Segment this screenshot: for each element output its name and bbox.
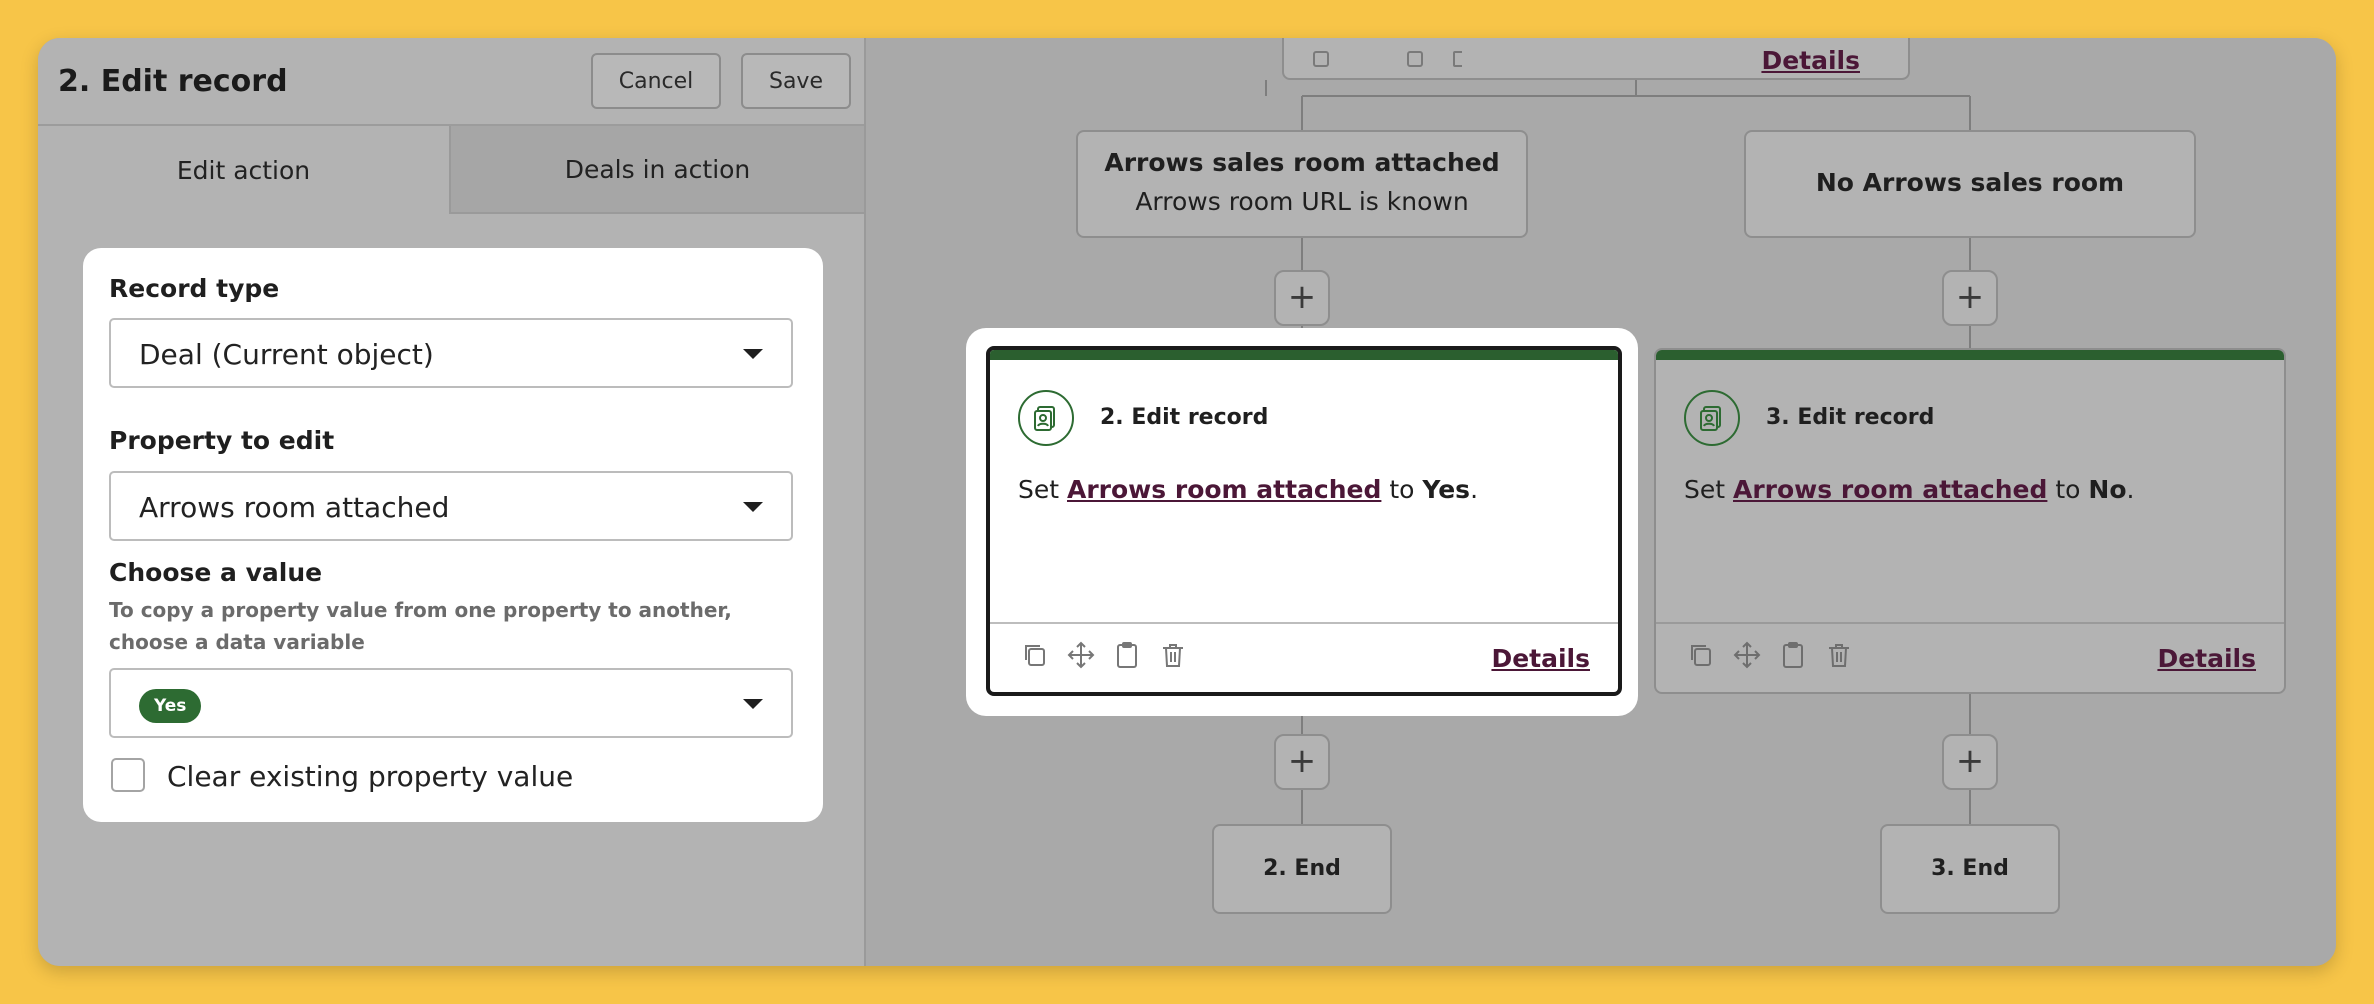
record-type-label: Record type [109, 274, 280, 303]
tab-edit-action[interactable]: Edit action [38, 126, 451, 214]
choose-value-help: To copy a property value from one proper… [109, 598, 732, 654]
record-icon [1018, 390, 1074, 446]
card-body-mid: to [1381, 475, 1423, 504]
copy-icon[interactable] [1020, 640, 1050, 670]
move-icon[interactable] [1066, 640, 1096, 670]
chevron-down-icon [743, 349, 763, 359]
branch-left-subtitle: Arrows room URL is known [1135, 187, 1469, 216]
card-accent-bar [1656, 350, 2284, 360]
property-link[interactable]: Arrows room attached [1733, 475, 2047, 504]
panel-header: 2. Edit record Cancel Save [38, 38, 864, 126]
property-to-edit-value: Arrows room attached [139, 491, 450, 524]
panel-tabs: Edit action Deals in action [38, 126, 864, 214]
card-body: Set Arrows room attached to Yes. [1018, 475, 1478, 504]
card-title: 2. Edit record [1100, 405, 1269, 430]
clear-value-checkbox[interactable] [111, 758, 145, 792]
copy-icon[interactable] [1686, 640, 1716, 670]
card-value: No [2088, 475, 2127, 504]
tab-deals-in-action[interactable]: Deals in action [451, 126, 864, 214]
clear-value-label: Clear existing property value [167, 760, 574, 793]
branch-arrows-room-attached[interactable]: Arrows sales room attached Arrows room U… [1076, 130, 1528, 238]
card-body: Set Arrows room attached to No. [1684, 475, 2134, 504]
clipboard-icon[interactable] [1112, 640, 1142, 670]
workflow-editor-window: 2. Edit record Cancel Save Edit action D… [38, 38, 2336, 966]
card-title: 3. Edit record [1766, 405, 1935, 430]
card-body-prefix: Set [1684, 475, 1733, 504]
card-details-link[interactable]: Details [2157, 644, 2256, 673]
card-value: Yes [1422, 475, 1471, 504]
panel-title: 2. Edit record [58, 64, 288, 99]
card-body-suffix: . [1470, 475, 1479, 504]
card-toolbar-icons [1313, 51, 1462, 67]
record-type-value: Deal (Current object) [139, 338, 434, 371]
branch-no-arrows-room[interactable]: No Arrows sales room [1744, 130, 2196, 238]
card-footer: Details [1656, 622, 2284, 692]
branch-left-title: Arrows sales room attached [1104, 148, 1500, 177]
choose-value-label: Choose a value [109, 558, 323, 587]
chevron-down-icon [743, 502, 763, 512]
clipboard-icon[interactable] [1778, 640, 1808, 670]
card-accent-bar [990, 350, 1618, 360]
add-step-button[interactable]: + [1942, 734, 1998, 790]
property-link[interactable]: Arrows room attached [1067, 475, 1381, 504]
previous-card-details-link[interactable]: Details [1761, 46, 1860, 75]
previous-action-card[interactable]: Details [1282, 38, 1910, 80]
cancel-button[interactable]: Cancel [591, 53, 721, 109]
add-step-button[interactable]: + [1274, 734, 1330, 790]
edit-record-panel: 2. Edit record Cancel Save Edit action D… [38, 38, 866, 966]
card-body-mid: to [2047, 475, 2089, 504]
property-to-edit-select[interactable]: Arrows room attached [109, 471, 793, 541]
card-body-prefix: Set [1018, 475, 1067, 504]
chevron-down-icon [743, 699, 763, 709]
property-to-edit-label: Property to edit [109, 426, 335, 455]
end-node-2[interactable]: 2. End [1212, 824, 1392, 914]
record-type-select[interactable]: Deal (Current object) [109, 318, 793, 388]
action-card-edit-record-3[interactable]: 3. Edit record Set Arrows room attached … [1654, 348, 2286, 694]
save-button[interactable]: Save [741, 53, 851, 109]
choose-value-select[interactable]: Yes [109, 668, 793, 738]
card-details-link[interactable]: Details [1491, 644, 1590, 673]
add-step-button[interactable]: + [1942, 270, 1998, 326]
trash-icon[interactable] [1158, 640, 1188, 670]
workflow-canvas[interactable]: Details Arrows sales room attached Arrow… [866, 38, 2336, 966]
move-icon[interactable] [1732, 640, 1762, 670]
card-footer: Details [990, 622, 1618, 692]
add-step-button[interactable]: + [1274, 270, 1330, 326]
card-body-suffix: . [2126, 475, 2135, 504]
action-card-edit-record-2[interactable]: 2. Edit record Set Arrows room attached … [986, 346, 1622, 696]
branch-right-title: No Arrows sales room [1815, 168, 2125, 197]
end-node-3[interactable]: 3. End [1880, 824, 2060, 914]
value-pill: Yes [139, 689, 202, 723]
trash-icon[interactable] [1824, 640, 1854, 670]
edit-record-form: Record type Deal (Current object) Proper… [83, 248, 823, 822]
record-icon [1684, 390, 1740, 446]
